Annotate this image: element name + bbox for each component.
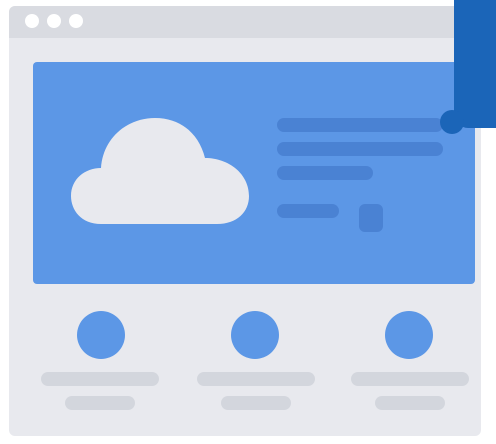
- feature-text-line: [65, 396, 135, 410]
- window-control-dot: [25, 14, 39, 28]
- corner-tab-decoration: [440, 0, 496, 134]
- feature-title-line: [197, 372, 315, 386]
- window-titlebar: [9, 6, 481, 38]
- feature-title-line: [351, 372, 469, 386]
- window-control-dot: [69, 14, 83, 28]
- window-control-dot: [47, 14, 61, 28]
- feature-icon-circle: [231, 311, 279, 359]
- browser-window-illustration: [9, 6, 481, 436]
- feature-icon-circle: [77, 311, 125, 359]
- cloud-icon: [71, 118, 249, 224]
- feature-icon-circle: [385, 311, 433, 359]
- hero-text-line: [277, 166, 373, 180]
- hero-text-line: [277, 204, 339, 218]
- hero-text-line: [277, 118, 443, 132]
- hero-pill: [359, 204, 383, 232]
- feature-title-line: [41, 372, 159, 386]
- feature-text-line: [221, 396, 291, 410]
- feature-text-line: [375, 396, 445, 410]
- hero-text-line: [277, 142, 443, 156]
